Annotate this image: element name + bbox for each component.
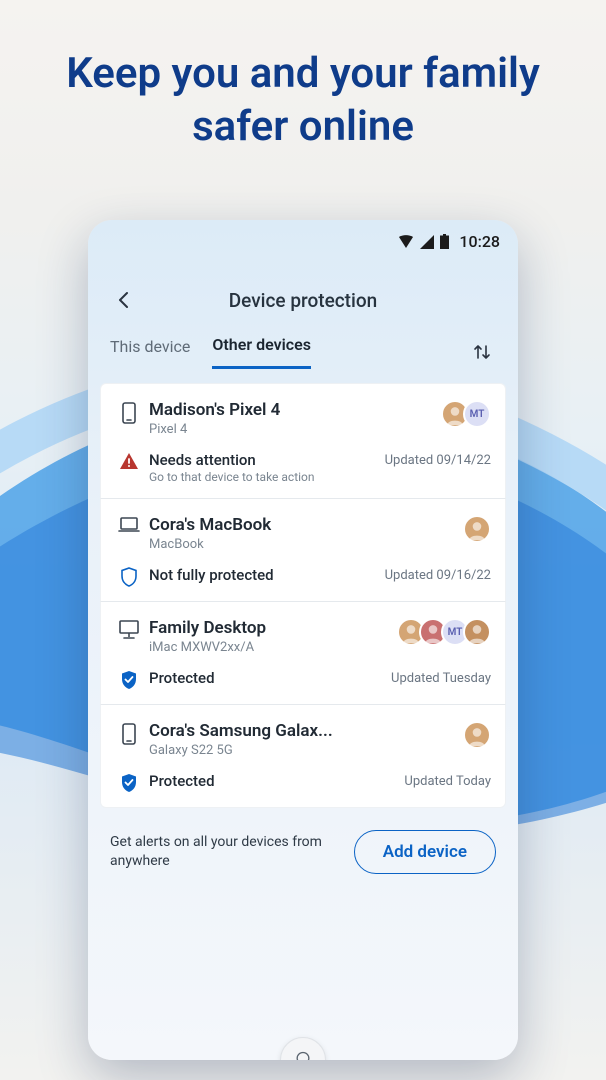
avatar-photo [463, 515, 491, 543]
avatar-photo [463, 721, 491, 749]
status-icon [115, 451, 143, 470]
status-sub: Go to that device to take action [149, 470, 385, 484]
device-model: Pixel 4 [149, 422, 441, 437]
status-label: Protected [149, 772, 404, 790]
phone-icon [115, 400, 143, 424]
tips-button[interactable] [280, 1037, 326, 1060]
device-name: Cora's MacBook [149, 515, 463, 535]
device-name: Madison's Pixel 4 [149, 400, 441, 420]
avatar-initials: MT [463, 400, 491, 428]
avatar-group [463, 515, 491, 543]
updated-text: Updated Today [404, 772, 491, 789]
status-icon [115, 566, 143, 587]
lightbulb-icon [293, 1050, 313, 1060]
topbar: Device protection [88, 257, 518, 335]
device-card[interactable]: Family Desktop iMac MXWV2xx/AMT ProtectedU… [100, 601, 506, 704]
updated-text: Updated 09/16/22 [385, 566, 491, 583]
device-card[interactable]: Cora's MacBook MacBook Not fully protected… [100, 498, 506, 601]
sort-button[interactable] [468, 338, 496, 366]
footer: Get alerts on all your devices from anyw… [88, 808, 518, 896]
status-label: Needs attention [149, 451, 385, 469]
device-model: Galaxy S22 5G [149, 743, 463, 758]
avatar-group [463, 721, 491, 749]
status-icon [115, 772, 143, 793]
updated-text: Updated 09/14/22 [385, 451, 491, 468]
tab-this-device[interactable]: This device [110, 337, 190, 368]
avatar-group: MT [441, 400, 491, 428]
battery-icon [440, 234, 449, 249]
avatar-group: MT [397, 618, 491, 646]
status-icon [115, 669, 143, 690]
updated-text: Updated Tuesday [391, 669, 491, 686]
device-card[interactable]: Cora's Samsung Galax... Galaxy S22 5G Prot… [100, 704, 506, 808]
desktop-icon [115, 618, 143, 640]
wifi-icon [398, 235, 414, 249]
device-model: MacBook [149, 537, 463, 552]
status-bar: 10:28 [88, 220, 518, 257]
phone-frame: 10:28 Device protection This device Othe… [88, 220, 518, 1060]
add-device-button[interactable]: Add device [354, 830, 496, 874]
phone-icon [115, 721, 143, 745]
tab-other-devices[interactable]: Other devices [212, 335, 311, 369]
device-name: Cora's Samsung Galax... [149, 721, 463, 741]
headline: Keep you and your family safer online [0, 0, 606, 153]
status-label: Protected [149, 669, 391, 687]
status-label: Not fully protected [149, 566, 385, 584]
device-model: iMac MXWV2xx/A [149, 640, 397, 655]
device-name: Family Desktop [149, 618, 397, 638]
signal-icon [420, 235, 434, 249]
page-title: Device protection [110, 289, 496, 312]
device-list: Madison's Pixel 4 Pixel 4 MT Needs attentio… [88, 383, 518, 808]
footer-text: Get alerts on all your devices from anyw… [110, 833, 338, 871]
tabs: This device Other devices [88, 335, 518, 383]
status-time: 10:28 [459, 232, 500, 251]
laptop-icon [115, 515, 143, 533]
device-card[interactable]: Madison's Pixel 4 Pixel 4 MT Needs attentio… [100, 383, 506, 498]
sort-icon [472, 342, 492, 362]
avatar-photo [463, 618, 491, 646]
